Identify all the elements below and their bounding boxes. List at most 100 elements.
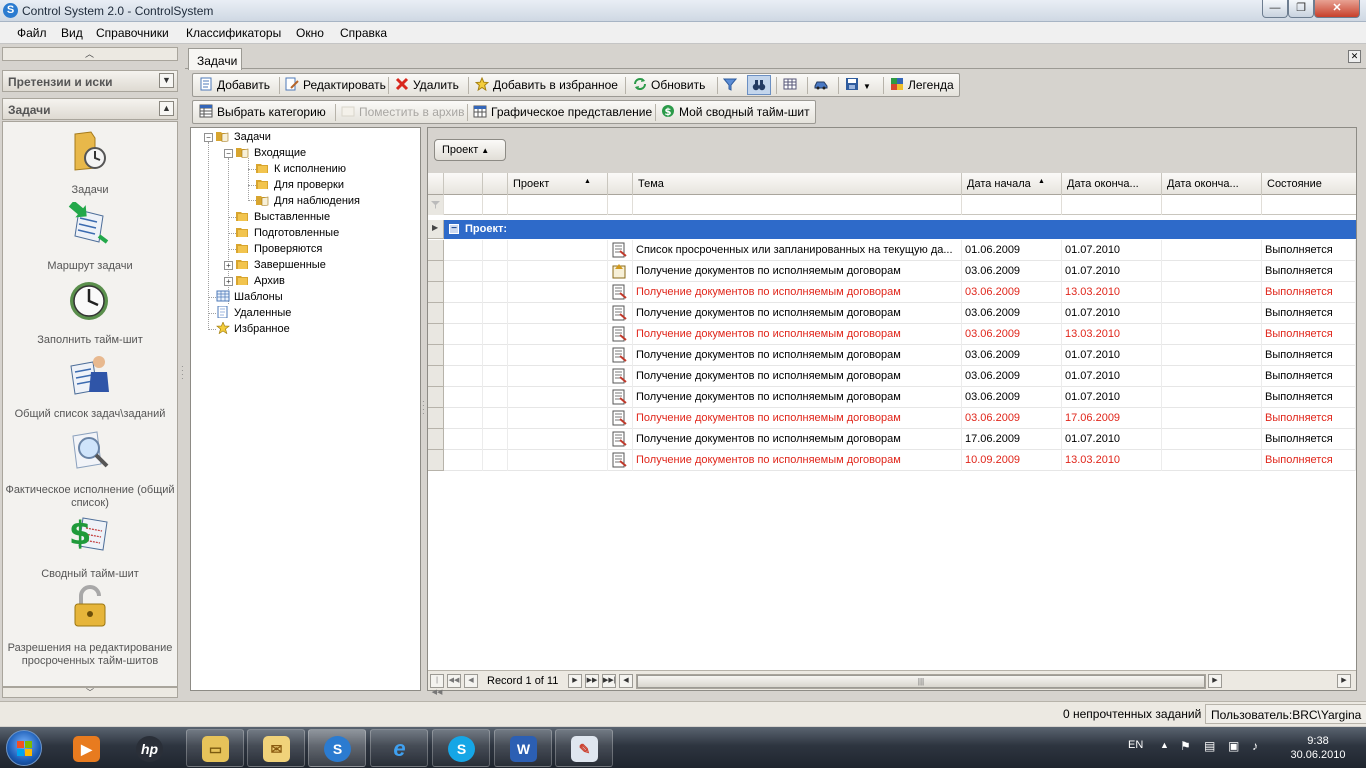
row-indicator[interactable] <box>428 366 444 387</box>
tree-node-archive[interactable]: Архив <box>236 274 285 290</box>
filter-cell[interactable] <box>1062 195 1162 215</box>
tree-node-checking[interactable]: Проверяются <box>236 242 322 258</box>
row-indicator[interactable] <box>428 261 444 282</box>
nav-group-tasks[interactable]: Задачи ▲ <box>2 98 178 120</box>
safely-remove-icon[interactable]: ▤ <box>1204 739 1215 753</box>
scrollbar-thumb[interactable]: ||| <box>637 675 1205 688</box>
filter-button[interactable] <box>723 77 741 94</box>
nav-item-common-task-list[interactable]: Общий список задач\заданий <box>3 352 177 422</box>
table-row[interactable]: Получение документов по исполняемым дого… <box>444 366 1356 387</box>
network-icon[interactable]: ▣ <box>1228 739 1239 753</box>
show-hidden-icons[interactable]: ▲ <box>1160 740 1169 750</box>
table-row[interactable]: Получение документов по исполняемым дого… <box>444 261 1356 282</box>
taskbar-internet-explorer[interactable]: e <box>370 729 428 767</box>
menu-file[interactable]: Файл <box>17 26 47 40</box>
first-record-button[interactable]: |◀◀ <box>430 674 444 696</box>
taskbar-media-player[interactable]: ▶ <box>57 729 115 767</box>
nav-item-fill-timesheet[interactable]: Заполнить тайм-шит <box>3 278 177 348</box>
taskbar-skype[interactable]: S <box>432 729 490 767</box>
scroll-right-button[interactable]: ▶ <box>1208 674 1222 688</box>
system-clock[interactable]: 9:38 30.06.2010 <box>1280 734 1356 762</box>
panel-splitter[interactable]: · · · · <box>181 363 184 383</box>
table-row[interactable]: Получение документов по исполняемым дого… <box>444 450 1356 471</box>
column-header-start-date[interactable]: Дата начала ▲ <box>962 173 1062 195</box>
taskbar-outlook[interactable]: ✉ <box>247 729 305 767</box>
edit-button[interactable]: Редактировать <box>285 77 386 94</box>
taskbar-explorer[interactable]: ▭ <box>186 729 244 767</box>
nav-item-tasks[interactable]: Задачи <box>3 128 177 200</box>
car-button[interactable] <box>814 77 832 94</box>
nav-item-summary-timesheet[interactable]: $ Сводный тайм-шит <box>3 510 177 582</box>
taskbar-controlsystem[interactable]: S <box>308 729 366 767</box>
header-type-col[interactable] <box>608 173 633 195</box>
action-center-flag-icon[interactable]: ⚑ <box>1180 739 1191 753</box>
delete-button[interactable]: Удалить <box>395 77 459 94</box>
row-indicator[interactable] <box>428 429 444 450</box>
scroll-right-end-button[interactable]: ▶ <box>1337 674 1351 688</box>
prev-page-button[interactable]: ◀◀ <box>447 674 461 688</box>
menu-classifiers[interactable]: Классификаторы <box>186 26 281 40</box>
column-header-end-date[interactable]: Дата оконча... <box>1062 173 1162 195</box>
tree-node-prepared[interactable]: Подготовленные <box>236 226 339 242</box>
select-category-button[interactable]: Выбрать категорию <box>199 104 326 121</box>
find-button[interactable] <box>747 75 771 95</box>
menu-window[interactable]: Окно <box>296 26 324 40</box>
collapse-toggle-icon[interactable]: − <box>204 133 213 142</box>
legend-button[interactable]: Легенда <box>890 77 954 94</box>
menu-view[interactable]: Вид <box>61 26 83 40</box>
row-indicator[interactable] <box>428 387 444 408</box>
filter-cell[interactable] <box>633 195 962 215</box>
next-page-button[interactable]: ▶▶ <box>585 674 599 688</box>
tree-node-incoming[interactable]: Входящие <box>236 146 306 162</box>
column-header-topic[interactable]: Тема <box>633 173 962 195</box>
nav-item-task-route[interactable]: Маршрут задачи <box>3 202 177 274</box>
my-timesheet-button[interactable]: $ Мой сводный тайм-шит <box>661 104 810 121</box>
row-indicator[interactable] <box>428 324 444 345</box>
volume-icon[interactable]: ♪ <box>1252 739 1258 753</box>
filter-cell[interactable] <box>608 195 633 215</box>
filter-cell[interactable] <box>444 195 483 215</box>
tree-node-favorites[interactable]: Избранное <box>216 322 290 338</box>
row-indicator[interactable] <box>428 303 444 324</box>
add-button[interactable]: Добавить <box>199 77 270 94</box>
row-indicator[interactable] <box>428 450 444 471</box>
chevron-down-icon[interactable]: ▼ <box>159 73 174 88</box>
row-indicator[interactable] <box>428 345 444 366</box>
column-header-end-date-2[interactable]: Дата оконча... <box>1162 173 1262 195</box>
tree-node-completed[interactable]: Завершенные <box>236 258 326 274</box>
tree-node-templates[interactable]: Шаблоны <box>216 290 283 306</box>
nav-item-edit-permissions[interactable]: Разрешения на редактирование просроченны… <box>3 584 177 684</box>
group-row-project[interactable]: − Проект: <box>444 220 1356 239</box>
close-window-button[interactable]: ✕ <box>1314 0 1360 18</box>
row-indicator[interactable] <box>428 240 444 261</box>
filter-cell[interactable] <box>483 195 508 215</box>
tree-node-for-watch[interactable]: Для наблюдения <box>256 194 360 210</box>
tree-node-issued[interactable]: Выставленные <box>236 210 330 226</box>
column-header-project[interactable]: Проект ▲ <box>508 173 608 195</box>
collapse-group-icon[interactable]: − <box>449 224 459 234</box>
start-button[interactable] <box>6 730 42 766</box>
collapse-toggle-icon[interactable]: − <box>224 149 233 158</box>
column-header-state[interactable]: Состояние <box>1262 173 1356 195</box>
taskbar-paint[interactable]: ✎ <box>555 729 613 767</box>
horizontal-scrollbar[interactable]: ||| <box>636 674 1206 689</box>
nav-group-claims[interactable]: Претензии и иски ▼ <box>2 70 178 92</box>
table-row[interactable]: Получение документов по исполняемым дого… <box>444 387 1356 408</box>
prev-record-button[interactable]: ◀ <box>464 674 478 688</box>
minimize-button[interactable]: — <box>1262 0 1288 18</box>
menu-help[interactable]: Справка <box>340 26 387 40</box>
save-dropdown-button[interactable]: ▼ <box>845 77 871 94</box>
maximize-button[interactable]: ❐ <box>1288 0 1314 18</box>
table-row[interactable]: Список просроченных или запланированных … <box>444 240 1356 261</box>
expand-toggle-icon[interactable]: + <box>224 277 233 286</box>
header-icon-col[interactable] <box>444 173 483 195</box>
expand-toggle-icon[interactable]: + <box>224 261 233 270</box>
row-indicator[interactable] <box>428 282 444 303</box>
table-row[interactable]: Получение документов по исполняемым дого… <box>444 408 1356 429</box>
table-row[interactable]: Получение документов по исполняемым дого… <box>444 303 1356 324</box>
nav-scroll-up[interactable]: ︿ <box>2 47 178 61</box>
table-row[interactable]: Получение документов по исполняемым дого… <box>444 282 1356 303</box>
table-row[interactable]: Получение документов по исполняемым дого… <box>444 429 1356 450</box>
tree-node-for-review[interactable]: Для проверки <box>256 178 344 194</box>
group-chip-project[interactable]: Проект ▲ <box>434 139 506 161</box>
